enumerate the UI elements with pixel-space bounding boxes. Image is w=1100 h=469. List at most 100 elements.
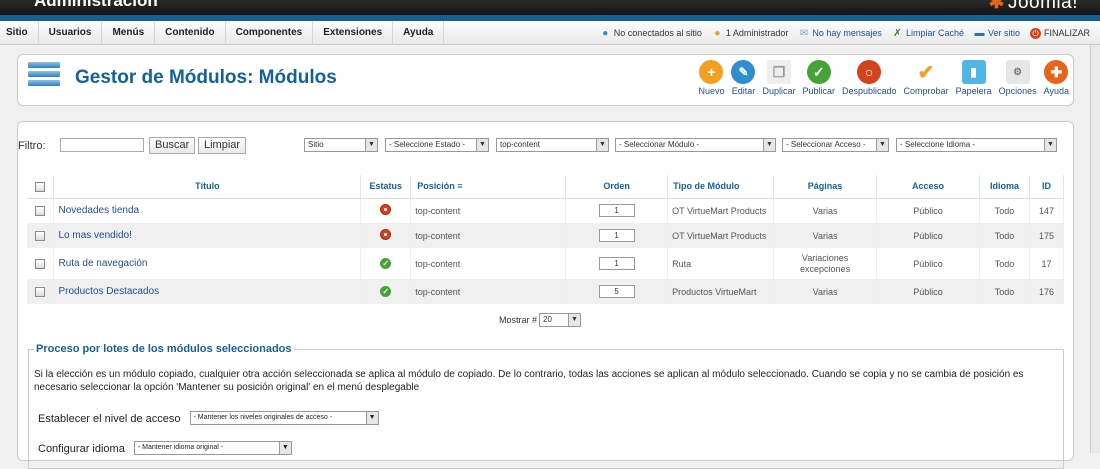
language-cell: Todo: [979, 248, 1030, 279]
menu-item-extensiones[interactable]: Extensiones: [313, 21, 394, 45]
view-site-link[interactable]: ▬ Ver sitio: [974, 28, 1020, 39]
state-select[interactable]: - Seleccione Estado - ▼: [385, 138, 489, 152]
monitor-icon: ▬: [974, 27, 985, 39]
row-checkbox[interactable]: [35, 258, 46, 269]
menu-item-ayuda[interactable]: Ayuda: [393, 21, 445, 45]
title-cell: Productos Destacados: [53, 279, 362, 304]
toolbar: + Nuevo ✎ Editar ❐ Duplicar ✓ Publicar ○ Desp…: [691, 60, 1069, 96]
row-checkbox[interactable]: [35, 230, 46, 241]
duplicate-button[interactable]: ❐ Duplicar: [762, 60, 795, 96]
status-cell: [360, 198, 412, 223]
scrollbar[interactable]: [1090, 45, 1100, 453]
menu-item-menus[interactable]: Menús: [102, 21, 156, 45]
pages-cell: Varias: [773, 279, 878, 304]
logout-link[interactable]: ⏻ FINALIZAR: [1029, 27, 1090, 39]
page-title: Gestor de Módulos: Módulos: [75, 67, 337, 88]
checkin-button[interactable]: ✔ Comprobar: [904, 60, 949, 97]
type-cell: OT VirtueMart Products: [667, 198, 775, 223]
access-cell: Público: [876, 279, 980, 304]
chevron-down-icon: ▼: [596, 139, 608, 151]
module-title-link[interactable]: Ruta de navegación: [58, 258, 147, 269]
published-icon[interactable]: ✓: [380, 286, 392, 297]
order-input[interactable]: 5: [598, 285, 635, 298]
status-bar: ● No conectados al sitio ● 1 Administrador…: [600, 21, 1100, 45]
published-icon[interactable]: ✓: [380, 258, 392, 269]
type-cell: OT VirtueMart Products: [667, 223, 775, 248]
table-row: Novedades tienda top-content 1 OT Virtue…: [27, 198, 1065, 223]
clear-cache-link[interactable]: ✗ Limpiar Caché: [892, 28, 964, 39]
status-cell: ✓: [360, 248, 412, 279]
col-order[interactable]: Orden: [565, 175, 669, 199]
power-icon: ⏻: [1029, 27, 1041, 39]
id-cell: 147: [1029, 198, 1065, 223]
row-checkbox-cell: [27, 279, 55, 304]
module-title-link[interactable]: Novedades tienda: [58, 205, 139, 216]
access-cell: Público: [876, 198, 980, 223]
col-pages[interactable]: Páginas: [773, 175, 878, 199]
col-module-type[interactable]: Tipo de Módulo: [667, 175, 775, 199]
menu-item-sitio[interactable]: Sitio: [0, 21, 39, 45]
unpublished-icon[interactable]: [380, 229, 392, 240]
filter-bar: Filtro: Buscar Limpiar Sitio ▼ - Seleccio…: [18, 137, 1063, 157]
table-row: Productos Destacados ✓ top-content 5 Pro…: [27, 279, 1065, 304]
module-title-link[interactable]: Productos Destacados: [58, 286, 159, 297]
search-button[interactable]: Buscar: [149, 137, 196, 154]
batch-legend: Proceso por lotes de los módulos selecci…: [34, 343, 294, 355]
unpublished-icon[interactable]: [380, 204, 392, 216]
admin-count-status: ● 1 Administrador: [712, 28, 788, 39]
filter-label: Filtro:: [18, 140, 46, 152]
access-select[interactable]: - Seleccionar Acceso - ▼: [782, 138, 889, 152]
clear-button[interactable]: Limpiar: [198, 137, 247, 154]
order-input[interactable]: 1: [598, 204, 635, 218]
col-access[interactable]: Acceso: [876, 175, 980, 199]
module-select[interactable]: - Seleccionar Módulo - ▼: [615, 138, 776, 152]
batch-language-row: Configurar idioma - Mantener idioma orig…: [38, 438, 292, 455]
messages-link[interactable]: ✉ No hay mensajes: [798, 28, 882, 39]
modules-table: Título Estatus Posición ≡ Orden Tipo de …: [27, 175, 1065, 304]
menu-item-usuarios[interactable]: Usuarios: [39, 21, 103, 45]
options-button[interactable]: ⚙ Opciones: [999, 60, 1037, 96]
col-status[interactable]: Estatus: [360, 175, 412, 199]
broom-icon: ✗: [893, 27, 902, 39]
edit-button[interactable]: ✎ Editar: [731, 60, 756, 96]
position-select[interactable]: top-content ▼: [496, 138, 609, 152]
publish-button[interactable]: ✓ Publicar: [802, 60, 835, 96]
chevron-down-icon: ▼: [1044, 139, 1056, 151]
batch-access-row: Establecer el nivel de acceso - Mantener…: [38, 408, 379, 425]
menu-item-contenido[interactable]: Contenido: [155, 21, 226, 45]
plus-icon: +: [699, 60, 724, 84]
limit-select[interactable]: 20 ▼: [539, 313, 582, 327]
language-select[interactable]: - Seleccione Idioma - ▼: [896, 138, 1057, 152]
col-title[interactable]: Título: [53, 175, 362, 199]
batch-access-select[interactable]: - Mantener los niveles originales de acc…: [189, 411, 379, 425]
trash-button[interactable]: ▮ Papelera: [956, 60, 992, 96]
title-cell: Lo mas vendido!: [53, 223, 362, 248]
unpublish-button[interactable]: ○ Despublicado: [842, 60, 897, 96]
new-button[interactable]: + Nuevo: [698, 60, 724, 96]
row-checkbox[interactable]: [35, 206, 46, 217]
col-language[interactable]: Idioma: [979, 175, 1030, 199]
col-id[interactable]: ID: [1029, 175, 1065, 199]
menu-item-componentes[interactable]: Componentes: [226, 21, 314, 45]
chevron-down-icon: ▼: [365, 139, 377, 151]
help-button[interactable]: ✚ Ayuda: [1044, 60, 1069, 96]
id-cell: 17: [1029, 248, 1065, 279]
copy-icon: ❐: [766, 60, 791, 84]
batch-description: Si la elección es un módulo copiado, cua…: [34, 369, 1024, 393]
select-all-checkbox[interactable]: [35, 181, 46, 192]
row-checkbox[interactable]: [35, 286, 46, 297]
search-input[interactable]: [60, 138, 144, 152]
order-input[interactable]: 1: [598, 229, 635, 242]
pages-cell: Varias: [773, 198, 878, 223]
batch-language-label: Configurar idioma: [38, 443, 125, 455]
language-cell: Todo: [979, 223, 1030, 248]
pages-cell: Variaciones excepciones: [773, 248, 878, 279]
client-select[interactable]: Sitio ▼: [304, 138, 378, 152]
chevron-down-icon: ▼: [876, 139, 888, 151]
col-position[interactable]: Posición ≡: [410, 175, 567, 199]
sort-icon: ≡: [457, 181, 463, 192]
status-cell: [360, 223, 412, 248]
order-input[interactable]: 1: [598, 257, 635, 270]
pagination-limit: Mostrar # 20 ▼: [499, 313, 582, 327]
module-title-link[interactable]: Lo mas vendido!: [58, 230, 131, 241]
